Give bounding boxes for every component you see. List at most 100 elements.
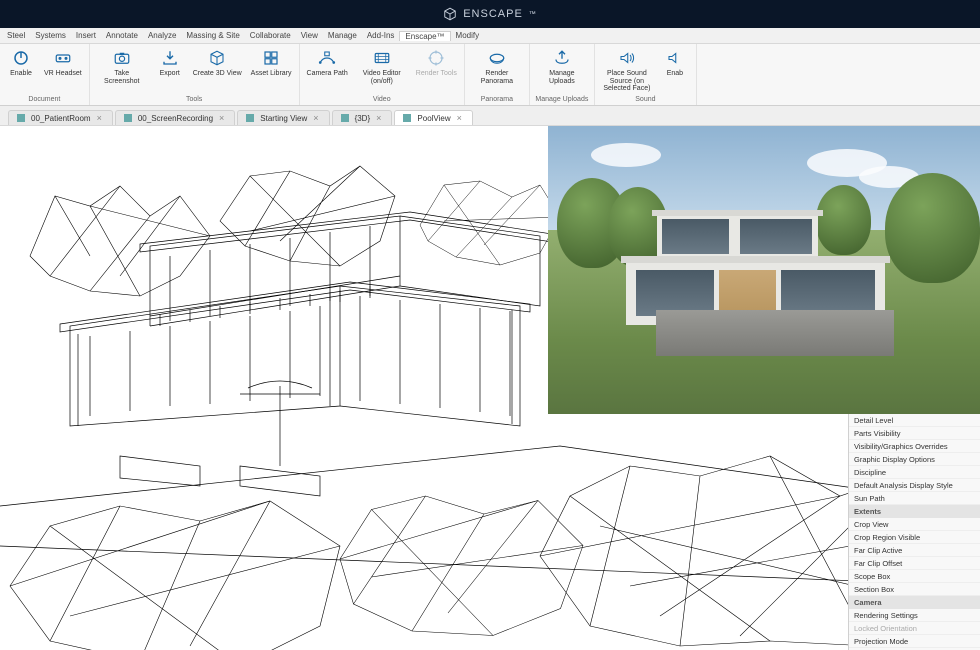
ribbon-take-screenshot-button[interactable]: Take Screenshot	[94, 46, 150, 87]
view-tab-00-screenrecording[interactable]: 00_ScreenRecording ×	[115, 110, 235, 125]
ribbon-camera-path-button[interactable]: Camera Path	[304, 46, 351, 80]
ribbon-create-3d-view-label: Create 3D View	[193, 70, 242, 78]
ribbon-asset-library-button[interactable]: Asset Library	[248, 46, 295, 80]
menu-item-view[interactable]: View	[296, 31, 323, 40]
ribbon-video-editor-button[interactable]: Video Editor (on/off)	[354, 46, 410, 87]
ribbon-enable-label: Enable	[10, 70, 32, 78]
view-tab-label: 00_PatientRoom	[31, 114, 91, 123]
ribbon-group-panorama: Render Panorama Panorama	[465, 44, 530, 105]
enable-sound-icon	[665, 48, 685, 68]
view-tab--3d-[interactable]: {3D} ×	[332, 110, 393, 125]
render-panorama-icon	[487, 48, 507, 68]
ribbon-manage-uploads-label: Manage Uploads	[537, 70, 587, 85]
view-tab-strip: 00_PatientRoom×00_ScreenRecording×Starti…	[0, 106, 980, 126]
ribbon-group-label: Panorama	[469, 95, 525, 103]
ribbon-vr-headset-button[interactable]: VR Headset	[41, 46, 85, 80]
ribbon-place-sound-source-button[interactable]: Place Sound Source (on Selected Face)	[599, 46, 655, 95]
ribbon-render-tools-label: Render Tools	[416, 70, 457, 78]
view-tab-icon	[246, 114, 254, 122]
workspace: Detail LevelParts VisibilityVisibility/G…	[0, 126, 980, 650]
view-tab-label: {3D}	[355, 114, 371, 123]
property-row-detail-level[interactable]: Detail Level	[849, 414, 980, 427]
view-tab-poolview[interactable]: PoolView ×	[394, 110, 472, 125]
brand-text: ENSCAPE	[463, 8, 523, 20]
ribbon-vr-headset-label: VR Headset	[44, 70, 82, 78]
close-icon[interactable]: ×	[376, 113, 381, 123]
ribbon-group-label: Video	[304, 95, 460, 103]
ribbon-camera-path-label: Camera Path	[307, 70, 348, 78]
ribbon-group-manage-uploads: Manage Uploads Manage Uploads	[530, 44, 595, 105]
place-sound-source-icon	[617, 48, 637, 68]
menu-item-annotate[interactable]: Annotate	[101, 31, 143, 40]
ribbon-export-label: Export	[160, 70, 180, 78]
ribbon-export-button[interactable]: Export	[153, 46, 187, 80]
property-row-graphic-display-options[interactable]: Graphic Display Options	[849, 453, 980, 466]
property-row-default-analysis-display-style[interactable]: Default Analysis Display Style	[849, 479, 980, 492]
ribbon-group-label: Sound	[599, 95, 692, 103]
ribbon-render-panorama-label: Render Panorama	[472, 70, 522, 85]
property-row-far-clip-offset[interactable]: Far Clip Offset	[849, 557, 980, 570]
ribbon-enable-button[interactable]: Enable	[4, 46, 38, 80]
enable-icon	[11, 48, 31, 68]
close-icon[interactable]: ×	[313, 113, 318, 123]
property-row-crop-region-visible[interactable]: Crop Region Visible	[849, 531, 980, 544]
property-row-parts-visibility[interactable]: Parts Visibility	[849, 427, 980, 440]
render-preview[interactable]	[548, 126, 980, 414]
ribbon-asset-library-label: Asset Library	[251, 70, 292, 78]
property-row-section-box[interactable]: Section Box	[849, 583, 980, 596]
ribbon-group-label: Document	[4, 95, 85, 103]
enscape-logo-icon	[443, 7, 457, 21]
export-icon	[160, 48, 180, 68]
brand-bar: ENSCAPE ™	[0, 0, 980, 28]
close-icon[interactable]: ×	[457, 113, 462, 123]
ribbon-video-editor-label: Video Editor (on/off)	[357, 70, 407, 85]
asset-library-icon	[261, 48, 281, 68]
vr-headset-icon	[53, 48, 73, 68]
menu-bar: SteelSystemsInsertAnnotateAnalyzeMassing…	[0, 28, 980, 44]
ribbon-place-sound-source-label: Place Sound Source (on Selected Face)	[602, 70, 652, 93]
menu-item-systems[interactable]: Systems	[30, 31, 71, 40]
menu-item-massing-site[interactable]: Massing & Site	[181, 31, 244, 40]
menu-item-insert[interactable]: Insert	[71, 31, 101, 40]
ribbon-manage-uploads-button[interactable]: Manage Uploads	[534, 46, 590, 87]
property-row-sun-path[interactable]: Sun Path	[849, 492, 980, 505]
video-editor-icon	[372, 48, 392, 68]
property-row-visibility-graphics-overrides[interactable]: Visibility/Graphics Overrides	[849, 440, 980, 453]
ribbon: Enable VR Headset Document Take Screenshot E…	[0, 44, 980, 106]
ribbon-group-document: Enable VR Headset Document	[0, 44, 90, 105]
ribbon-create-3d-view-button[interactable]: Create 3D View	[190, 46, 245, 80]
menu-item-enscape-[interactable]: Enscape™	[399, 31, 450, 41]
properties-panel: Detail LevelParts VisibilityVisibility/G…	[848, 414, 980, 650]
view-tab-starting-view[interactable]: Starting View×	[237, 110, 329, 125]
properties-section-camera: Camera	[849, 596, 980, 609]
menu-item-steel[interactable]: Steel	[2, 31, 30, 40]
property-row-projection-mode[interactable]: Projection Mode	[849, 635, 980, 648]
property-row-locked-orientation: Locked Orientation	[849, 622, 980, 635]
ribbon-group-label: Manage Uploads	[534, 95, 590, 103]
create-3d-view-icon	[207, 48, 227, 68]
menu-item-add-ins[interactable]: Add-Ins	[362, 31, 400, 40]
view-tab-label: 00_ScreenRecording	[138, 114, 213, 123]
close-icon[interactable]: ×	[219, 113, 224, 123]
take-screenshot-icon	[112, 48, 132, 68]
ribbon-group-sound: Place Sound Source (on Selected Face) Ena…	[595, 44, 697, 105]
view-tab-label: PoolView	[417, 114, 450, 123]
property-row-crop-view[interactable]: Crop View	[849, 518, 980, 531]
property-row-scope-box[interactable]: Scope Box	[849, 570, 980, 583]
ribbon-take-screenshot-label: Take Screenshot	[97, 70, 147, 85]
view-tab-00-patientroom[interactable]: 00_PatientRoom ×	[8, 110, 113, 125]
properties-section-extents: Extents	[849, 505, 980, 518]
property-row-discipline[interactable]: Discipline	[849, 466, 980, 479]
close-icon[interactable]: ×	[97, 113, 102, 123]
view-tab-icon	[403, 114, 411, 122]
property-row-rendering-settings[interactable]: Rendering Settings	[849, 609, 980, 622]
ribbon-enable-sound-label: Enab	[667, 70, 683, 78]
menu-item-collaborate[interactable]: Collaborate	[245, 31, 296, 40]
ribbon-render-panorama-button[interactable]: Render Panorama	[469, 46, 525, 87]
menu-item-modify[interactable]: Modify	[451, 31, 485, 40]
ribbon-enable-sound-button[interactable]: Enab	[658, 46, 692, 80]
manage-uploads-icon	[552, 48, 572, 68]
menu-item-manage[interactable]: Manage	[323, 31, 362, 40]
property-row-far-clip-active[interactable]: Far Clip Active	[849, 544, 980, 557]
menu-item-analyze[interactable]: Analyze	[143, 31, 181, 40]
